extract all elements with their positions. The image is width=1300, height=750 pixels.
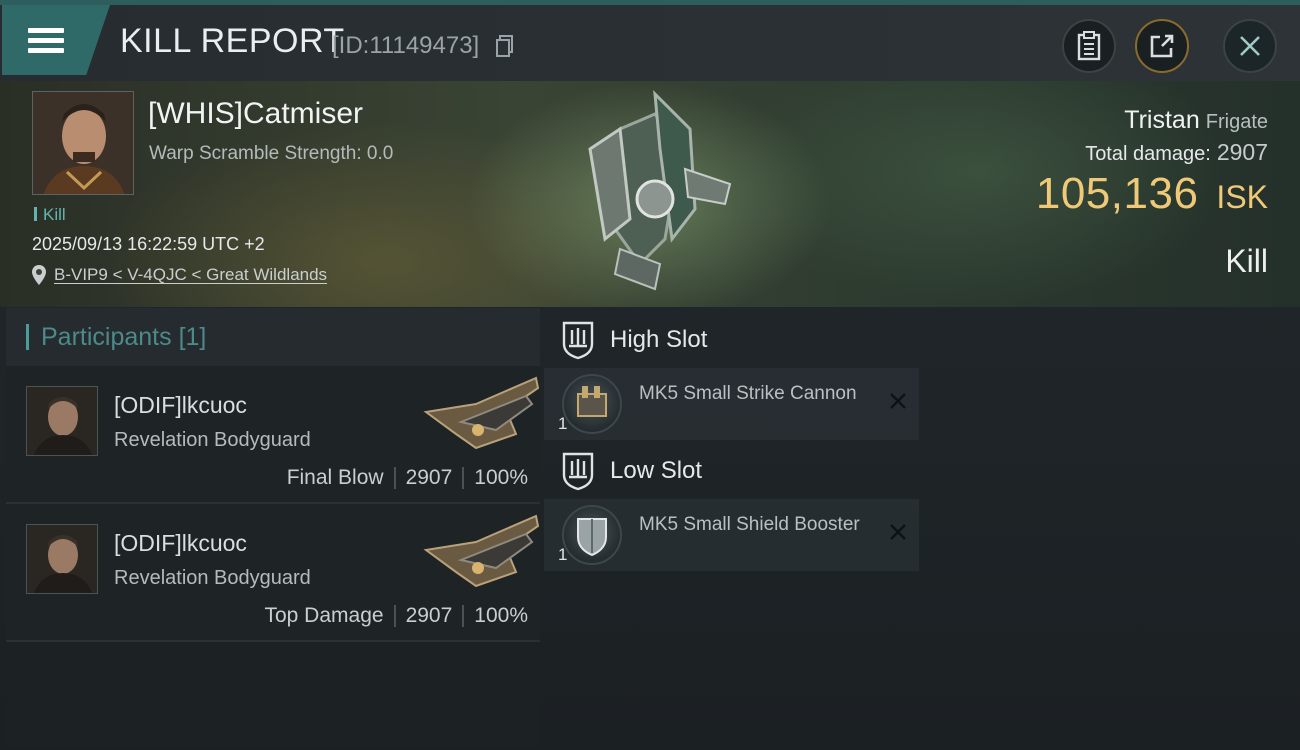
participant-damage: 2907 bbox=[405, 466, 453, 489]
participants-label: Participants bbox=[41, 322, 172, 351]
participant-role: Final Blow bbox=[286, 466, 384, 489]
participant-ship-image bbox=[423, 376, 540, 450]
remove-icon[interactable] bbox=[889, 392, 907, 410]
module-name: MK5 Small Shield Booster bbox=[639, 514, 860, 535]
copy-icon[interactable] bbox=[496, 35, 514, 57]
isk-amount: 105,136 bbox=[1035, 169, 1199, 218]
high-slot-header: High Slot bbox=[560, 320, 707, 360]
victim-ship-image[interactable] bbox=[560, 89, 750, 294]
module-quantity: 1 bbox=[558, 414, 568, 433]
low-slot-header: Low Slot bbox=[560, 451, 702, 491]
victim-name[interactable]: [WHIS]Catmiser bbox=[148, 97, 363, 131]
header-bar: KILL REPORT [ID:11149473] bbox=[0, 5, 1300, 81]
participant-ship-image bbox=[423, 514, 540, 588]
participants-panel: Participants [1] [ODIF]lkcuoc Revelation… bbox=[6, 308, 540, 746]
warp-scramble-strength: Warp Scramble Strength: 0.0 bbox=[149, 143, 394, 164]
isk-currency: ISK bbox=[1216, 179, 1268, 215]
participants-count: [1] bbox=[178, 322, 207, 351]
shield-booster-icon bbox=[562, 505, 622, 565]
victim-portrait[interactable] bbox=[32, 91, 134, 195]
close-button[interactable] bbox=[1223, 19, 1277, 73]
participants-header: Participants [1] bbox=[6, 308, 540, 366]
module-item[interactable]: 1 MK5 Small Shield Booster bbox=[544, 499, 919, 571]
share-icon bbox=[1150, 34, 1174, 58]
kill-type: Kill bbox=[1225, 243, 1268, 279]
hamburger-icon bbox=[28, 23, 64, 58]
remove-icon[interactable] bbox=[889, 523, 907, 541]
participant-percent: 100% bbox=[474, 466, 528, 489]
location-pin-icon bbox=[32, 265, 46, 285]
high-slot-icon bbox=[562, 321, 594, 360]
pilot-portrait-icon bbox=[33, 92, 133, 194]
stat-divider bbox=[462, 605, 465, 627]
participant-name[interactable]: [ODIF]lkcuoc bbox=[114, 530, 247, 557]
participant-stats: Final Blow 2907 100% bbox=[287, 466, 528, 490]
participant-ship: Revelation Bodyguard bbox=[114, 429, 311, 451]
low-slot-icon bbox=[562, 452, 594, 491]
clipboard-icon bbox=[1077, 31, 1101, 61]
victim-ship: Tristan Frigate bbox=[1124, 106, 1268, 135]
participant-stats: Top Damage 2907 100% bbox=[264, 604, 528, 628]
participant-damage: 2907 bbox=[405, 604, 453, 627]
total-damage: Total damage: 2907 bbox=[1085, 139, 1268, 166]
kill-tag: Kill bbox=[34, 205, 66, 225]
total-damage-value: 2907 bbox=[1216, 139, 1268, 165]
close-icon bbox=[1240, 36, 1260, 56]
total-damage-label: Total damage: bbox=[1085, 143, 1211, 165]
stat-divider bbox=[393, 605, 396, 627]
strike-cannon-icon bbox=[562, 374, 622, 434]
participant-avatar[interactable] bbox=[26, 386, 98, 456]
stat-divider bbox=[462, 467, 465, 489]
page-title: KILL REPORT bbox=[120, 22, 345, 60]
high-slot-label: High Slot bbox=[610, 326, 708, 353]
pilot-portrait-icon bbox=[27, 387, 97, 455]
share-button[interactable] bbox=[1135, 19, 1189, 73]
participant-row[interactable]: [ODIF]lkcuoc Revelation Bodyguard Final … bbox=[6, 366, 540, 504]
location-text: B-VIP9 < V-4QJC < Great Wildlands bbox=[54, 265, 328, 284]
menu-button[interactable] bbox=[2, 5, 110, 75]
pilot-portrait-icon bbox=[27, 525, 97, 593]
location-link[interactable]: B-VIP9 < V-4QJC < Great Wildlands bbox=[32, 265, 327, 285]
low-slot-label: Low Slot bbox=[610, 457, 703, 484]
ship-class: Frigate bbox=[1205, 111, 1268, 133]
kill-datetime: 2025/09/13 16:22:59 UTC +2 bbox=[32, 234, 265, 254]
report-id: [ID:11149473] bbox=[332, 32, 480, 59]
stat-divider bbox=[393, 467, 396, 489]
isk-value: 105,136 ISK bbox=[1036, 169, 1268, 219]
module-quantity: 1 bbox=[558, 545, 568, 564]
participant-ship: Revelation Bodyguard bbox=[114, 567, 311, 589]
participant-percent: 100% bbox=[474, 604, 528, 627]
participant-row[interactable]: [ODIF]lkcuoc Revelation Bodyguard Top Da… bbox=[6, 504, 540, 642]
module-name: MK5 Small Strike Cannon bbox=[639, 383, 857, 404]
ship-name: Tristan bbox=[1124, 106, 1200, 134]
participant-avatar[interactable] bbox=[26, 524, 98, 594]
participant-name[interactable]: [ODIF]lkcuoc bbox=[114, 392, 247, 419]
module-item[interactable]: 1 MK5 Small Strike Cannon bbox=[544, 368, 919, 440]
participant-role: Top Damage bbox=[264, 604, 384, 627]
victim-panel: [WHIS]Catmiser Warp Scramble Strength: 0… bbox=[0, 81, 1300, 307]
clipboard-button[interactable] bbox=[1062, 19, 1116, 73]
